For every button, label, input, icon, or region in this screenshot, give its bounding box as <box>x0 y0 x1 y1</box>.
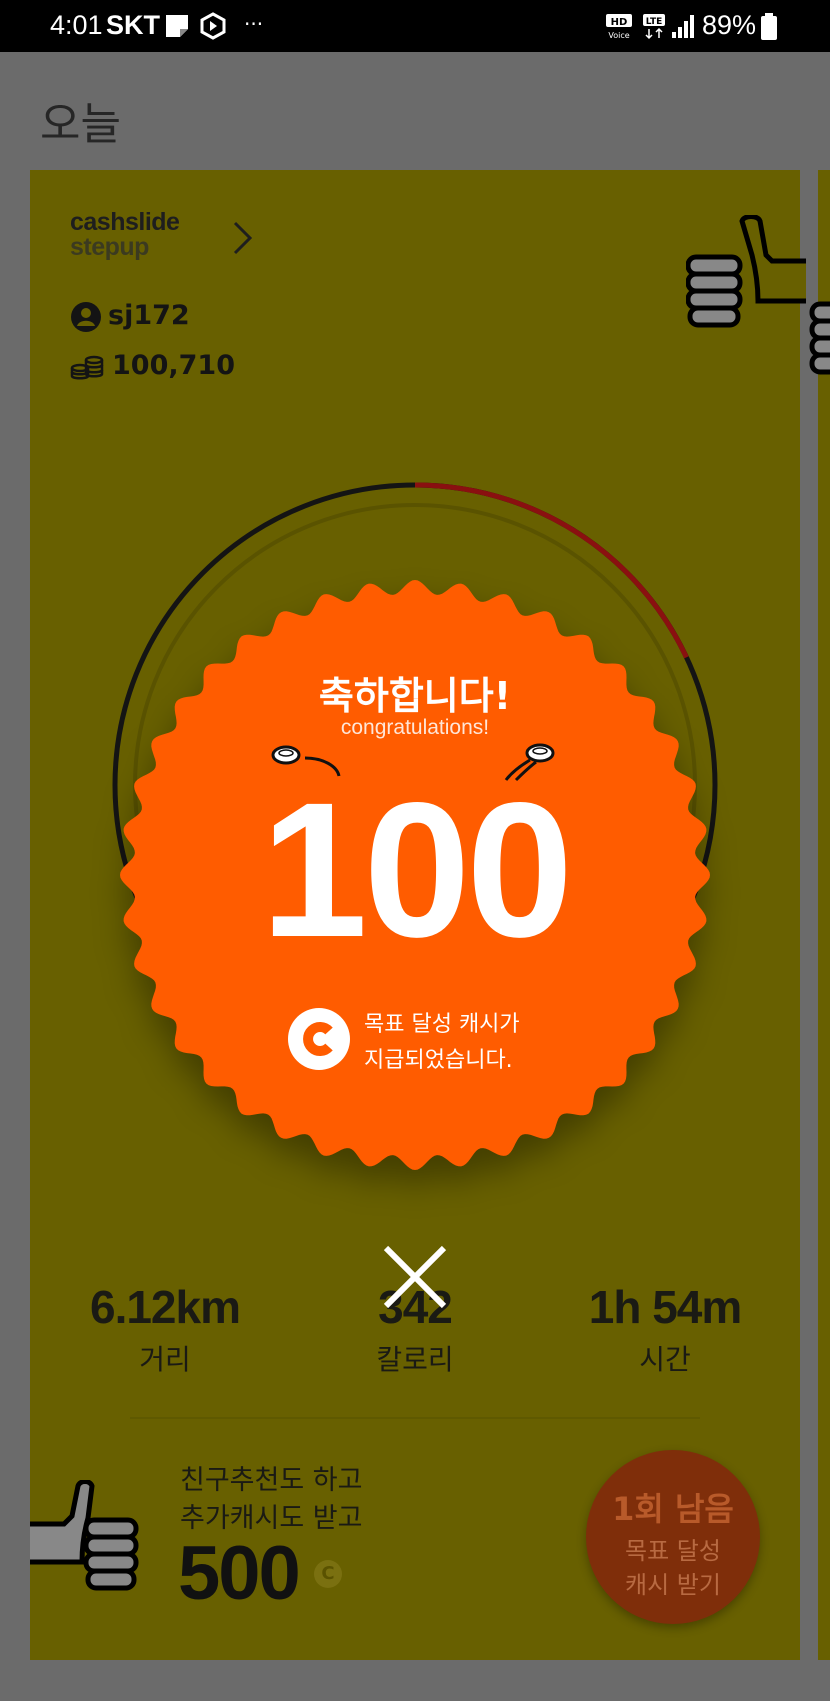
stat-time: 1h 54m 시간 <box>535 1280 795 1378</box>
divider <box>130 1417 700 1419</box>
cash-row: 100,710 <box>70 350 235 381</box>
status-bar: 4:01 SKT ··· HD Voice LTE 89% <box>0 0 830 52</box>
note-icon <box>166 15 188 37</box>
time-value: 1h 54m <box>588 1281 743 1333</box>
coin-icon: C <box>314 1560 342 1588</box>
user-avatar-icon <box>71 301 101 332</box>
hd-voice-icon: HD Voice <box>606 14 632 40</box>
svg-text:LTE: LTE <box>646 17 663 27</box>
status-time: 4:01 <box>50 10 103 40</box>
brand-logo[interactable]: cashslide stepup <box>70 210 180 260</box>
distance-value: 6.12km <box>89 1281 241 1333</box>
claim-cash-button[interactable]: 1회 남음 목표 달성 캐시 받기 <box>586 1450 760 1624</box>
status-carrier: SKT <box>106 10 160 40</box>
congrats-title: 축하합니다! <box>318 674 512 718</box>
claim-label: 목표 달성 캐시 받기 <box>625 1537 721 1599</box>
next-card-thumb-icon <box>809 301 830 375</box>
reward-message: 목표 달성 캐시가 지급되었습니다. <box>364 1012 520 1073</box>
battery-percent: 89% <box>702 10 757 40</box>
user-row: sj172 <box>70 300 190 333</box>
distance-label: 거리 <box>139 1343 191 1376</box>
congrats-subtitle: congratulations! <box>340 716 490 739</box>
signal-icon <box>672 15 694 38</box>
claim-remaining: 1회 남음 <box>612 1490 734 1528</box>
stat-distance: 6.12km 거리 <box>30 1280 300 1378</box>
page-title: 오늘 <box>40 99 121 150</box>
thumbs-up-icon <box>686 215 806 328</box>
coins-icon <box>70 355 104 379</box>
status-more: ··· <box>244 12 264 36</box>
app-hex-icon <box>200 12 226 40</box>
time-label: 시간 <box>639 1343 691 1376</box>
username: sj172 <box>108 300 190 331</box>
calories-label: 칼로리 <box>376 1343 454 1376</box>
close-icon[interactable] <box>378 1240 452 1314</box>
chevron-right-icon[interactable] <box>232 220 254 256</box>
promo-amount: 500 <box>178 1531 301 1616</box>
battery-icon <box>761 13 777 40</box>
svg-text:Voice: Voice <box>608 31 629 40</box>
promo-text[interactable]: 친구추천도 하고 추가캐시도 받고 <box>180 1462 362 1538</box>
lte-icon: LTE <box>643 14 665 40</box>
cash-balance: 100,710 <box>112 350 235 381</box>
reward-amount: 100 <box>260 762 573 977</box>
thumbs-up-promo-icon <box>30 1480 139 1591</box>
cashslide-c-icon <box>288 1008 350 1070</box>
svg-text:HD: HD <box>611 17 628 28</box>
